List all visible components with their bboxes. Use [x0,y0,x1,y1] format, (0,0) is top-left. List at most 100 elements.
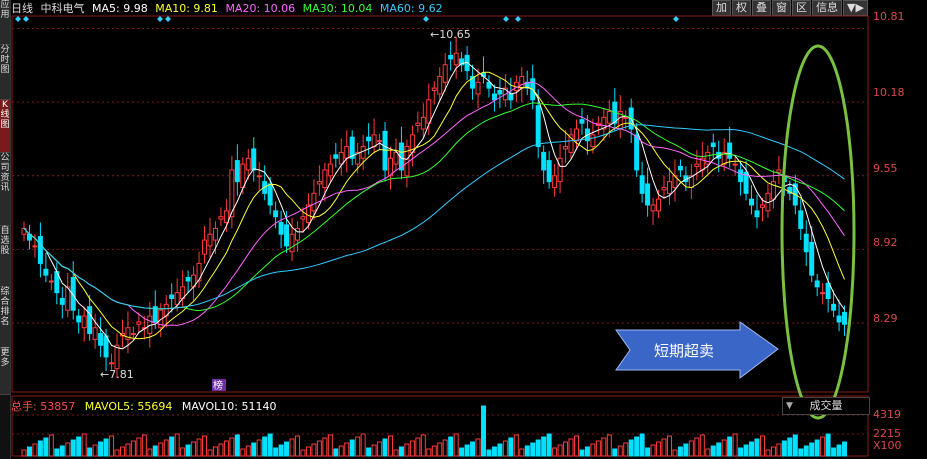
candle-body [759,204,765,208]
volume-bar [453,433,459,457]
volume-bar [842,441,848,457]
candle-body [738,169,744,183]
volume-bar [530,442,536,457]
candle-body [803,233,809,253]
volume-bar [508,437,514,457]
callout-text: 短期超卖 [654,342,714,360]
candle-body [694,163,700,167]
volume-bar [595,440,601,457]
candle-body [240,163,246,188]
kline-chart-svg: ←10.65 ←7.81 榜 短期超卖 [11,15,869,457]
volume-bar [409,440,415,457]
candle-body [32,245,38,248]
candle-body [300,216,306,220]
candle-body [48,280,54,283]
ma5-line [23,61,845,350]
volume-bar [754,438,760,457]
volume-header: 总手: 53857 MAVOL5: 55694 MAVOL10: 51140 [11,398,282,414]
candle-body [836,315,842,323]
candle-body [508,93,514,101]
volume-bar [344,442,350,457]
volume-bar [738,447,744,457]
volume-bar [98,441,104,457]
volume-bar [300,449,306,457]
price-tick-label: 10.18 [873,86,905,99]
volume-bar [37,440,43,457]
volume-bar [749,441,755,457]
candle-body [169,294,175,299]
candle-body [114,344,120,370]
candle-body [661,186,667,191]
event-marker-icon [503,16,509,22]
volume-bar [677,446,683,457]
volume-bar [388,435,394,457]
candle-body [130,333,136,336]
volume-bar [191,441,197,457]
price-tick-label: 8.92 [873,236,898,249]
volume-bar [480,405,486,457]
candle-body [475,81,481,95]
volume-bar [32,443,38,457]
candle-body [98,333,104,346]
volume-bar [628,439,634,457]
event-marker-icon [165,16,171,22]
candle-body [809,241,815,276]
volume-bar [584,446,590,457]
candle-body [639,175,645,194]
volume-bar [262,436,268,457]
volume-bar [234,434,240,457]
volume-bar [114,449,120,457]
volume-bar [223,440,229,457]
volume-bar [705,448,711,457]
volume-mavol5: MAVOL5: 55694 [84,400,173,413]
volume-bar [349,439,355,457]
candle-body [814,280,820,288]
candle-body [273,210,279,218]
volume-bar [125,443,131,457]
candle-body [541,151,547,171]
volume-bar [59,445,65,457]
volume-bar [278,444,284,457]
volume-bar [316,440,322,457]
volume-bar [420,434,426,457]
event-marker-icon [157,16,163,22]
candle-body [431,87,437,91]
volume-indicator-button[interactable]: ▼ 成交量 [782,397,870,415]
candle-body [311,192,317,212]
volume-bar [202,435,208,457]
volume-bar [464,444,470,457]
volume-bar [366,447,372,457]
volume-bar [590,443,596,457]
candle-body [316,181,322,185]
volume-bar [229,437,235,457]
candle-body [623,116,629,119]
ma20-line [23,81,845,326]
candle-body [289,233,295,253]
volume-bar [502,440,508,457]
candle-body [732,163,738,166]
candle-body [798,210,804,229]
volume-bar [76,436,82,457]
volume-bar [579,449,585,457]
volume-bar [245,445,251,457]
volume-bar [130,440,136,457]
candle-body [546,160,552,183]
volume-bar [645,447,651,457]
volume-bar [601,437,607,457]
volume-bar [541,436,547,457]
volume-bar [470,441,476,457]
event-marker-icon [515,16,521,22]
candle-body [360,146,366,159]
candle-body [382,130,388,171]
candle-body [327,163,333,177]
volume-bar [606,434,612,457]
volume-bar [475,438,481,457]
candle-body [87,306,93,335]
candle-body [371,134,377,148]
volume-bar [563,441,569,457]
volume-bar [798,448,804,457]
volume-bar [322,437,328,457]
volume-bar [666,435,672,457]
volume-bar [251,442,257,457]
candle-body [420,116,426,130]
